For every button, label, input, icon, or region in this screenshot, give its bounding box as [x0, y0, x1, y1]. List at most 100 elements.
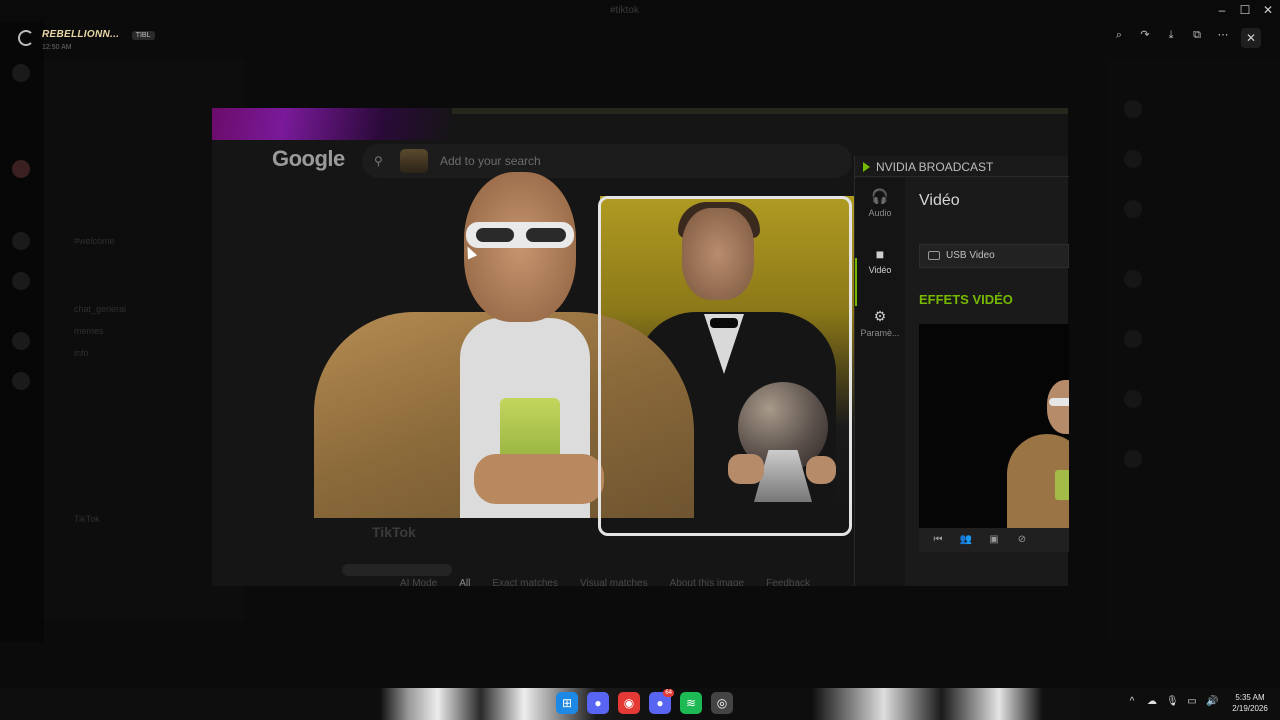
skip-icon[interactable]: ⏮: [931, 534, 945, 546]
share-icon[interactable]: ↷: [1138, 28, 1152, 42]
member-avatar[interactable]: [1124, 390, 1142, 408]
lens-crop-selector[interactable]: [598, 196, 852, 536]
nvidia-sidebar: 🎧 Audio ■ Vidéo ⚙ Paramè...: [855, 178, 905, 586]
member-list: [1108, 60, 1280, 640]
divider: [855, 176, 1069, 177]
tab-ai-mode[interactable]: AI Mode: [400, 578, 437, 586]
windows-start-icon[interactable]: ⊞: [556, 692, 578, 714]
nvidia-titlebar: NVIDIA BROADCAST: [863, 160, 993, 174]
server-rail: [0, 22, 44, 642]
channel-item[interactable]: chat_general: [74, 304, 126, 314]
camera-icon: [928, 251, 940, 260]
nav-label: Paramè...: [860, 328, 900, 338]
preview-drink: [1055, 470, 1069, 500]
preview-face: [1047, 380, 1069, 434]
image-thumbnail[interactable]: [400, 149, 428, 173]
snapshot-icon[interactable]: ▣: [987, 534, 1001, 546]
photo-sunglass-lens: [526, 228, 566, 242]
nav-settings[interactable]: ⚙ Paramè...: [855, 308, 905, 338]
search-icon: ⚲: [374, 154, 383, 168]
video-preview: [919, 324, 1069, 528]
open-external-icon[interactable]: ⧉: [1190, 28, 1204, 42]
channel-item[interactable]: info: [74, 348, 89, 358]
chevron-up-icon[interactable]: ^: [1126, 696, 1138, 708]
preview-controls: ⏮ 👥 ▣ ⊘: [919, 528, 1069, 552]
hide-preview-icon[interactable]: ⊘: [1015, 534, 1029, 546]
nav-video[interactable]: ■ Vidéo: [855, 246, 905, 275]
nvidia-app-title: NVIDIA BROADCAST: [876, 160, 994, 174]
lens-search-bar[interactable]: ⚲ Add to your search: [362, 144, 852, 178]
server-icon[interactable]: [12, 160, 30, 178]
nav-label: Audio: [868, 208, 892, 218]
server-icon[interactable]: [12, 272, 30, 290]
member-avatar[interactable]: [1124, 330, 1142, 348]
more-options-icon[interactable]: ⋯: [1216, 28, 1230, 42]
server-icon[interactable]: [12, 64, 30, 82]
video-device-select[interactable]: USB Video: [919, 244, 1069, 268]
loading-spinner-icon: [18, 29, 34, 46]
taskbar-apps: ⊞ ● ◉ ● 64 ≋ ◎: [556, 689, 733, 714]
window-titlebar: #tiktok – ☐ ✕: [0, 0, 1280, 22]
minimize-icon[interactable]: –: [1214, 3, 1230, 17]
people-icon[interactable]: 👥: [959, 534, 973, 546]
lens-toolbar: ⌕ ↷ ⤓ ⧉ ⋯: [1112, 28, 1230, 42]
nvidia-broadcast-window: NVIDIA BROADCAST 🎧 Audio ■ Vidéo ⚙ Param…: [854, 156, 1069, 586]
photo-hands: [474, 454, 604, 504]
zoom-icon[interactable]: ⌕: [1112, 28, 1126, 42]
download-icon[interactable]: ⤓: [1164, 28, 1178, 42]
system-tray: ^ ☁ 🎙 ▭ 🔊: [1126, 696, 1219, 708]
clock-date: 2/19/2026: [1232, 704, 1268, 713]
google-logo[interactable]: Google: [272, 146, 345, 172]
channel-item[interactable]: #welcome: [74, 236, 115, 246]
taskbar-wallpaper: [380, 688, 1100, 720]
tab-exact-matches[interactable]: Exact matches: [492, 578, 558, 586]
chrome-icon[interactable]: ◉: [618, 692, 640, 714]
member-avatar[interactable]: [1124, 150, 1142, 168]
profile-time: 12:50 AM: [42, 44, 72, 51]
obs-icon[interactable]: ◎: [711, 692, 733, 714]
lens-tabs: AI Mode All Exact matches Visual matches…: [400, 578, 810, 586]
member-avatar[interactable]: [1124, 270, 1142, 288]
desktop: #tiktok – ☐ ✕ REBELLIONN... TIBL 12:50 A…: [0, 0, 1280, 720]
microphone-icon[interactable]: 🎙: [1166, 696, 1179, 708]
nav-audio[interactable]: 🎧 Audio: [855, 188, 905, 218]
discord-icon[interactable]: ●: [587, 692, 609, 714]
network-icon[interactable]: ▭: [1186, 696, 1198, 708]
photo-sunglass-lens: [476, 228, 514, 242]
volume-icon[interactable]: 🔊: [1206, 696, 1218, 708]
gear-icon: ⚙: [873, 308, 887, 324]
tab-visual-matches[interactable]: Visual matches: [580, 578, 648, 586]
server-icon[interactable]: [12, 372, 30, 390]
notification-badge: 64: [663, 689, 674, 697]
headphones-icon: 🎧: [871, 188, 889, 204]
tab-about-image[interactable]: About this image: [670, 578, 745, 586]
profile-header[interactable]: REBELLIONN... TIBL 12:50 AM: [18, 24, 155, 51]
close-overlay-button[interactable]: ✕: [1241, 28, 1261, 48]
tab-all[interactable]: All: [459, 578, 470, 586]
channel-item[interactable]: TikTok: [74, 514, 100, 524]
effects-heading: EFFETS VIDÉO: [919, 292, 1013, 307]
spotify-icon[interactable]: ≋: [680, 692, 702, 714]
nvidia-logo-icon: [863, 162, 870, 172]
server-icon[interactable]: [12, 332, 30, 350]
clock-time: 5:35 AM: [1235, 693, 1265, 702]
taskbar-clock[interactable]: 5:35 AM 2/19/2026: [1226, 692, 1274, 714]
section-title: Vidéo: [919, 192, 960, 209]
window-close-icon[interactable]: ✕: [1260, 3, 1276, 17]
channel-item[interactable]: memes: [74, 326, 104, 336]
result-placeholder: [342, 564, 452, 576]
search-input[interactable]: Add to your search: [440, 154, 541, 168]
discord-canary-icon[interactable]: ● 64: [649, 689, 674, 714]
maximize-icon[interactable]: ☐: [1237, 3, 1253, 17]
tab-feedback[interactable]: Feedback: [766, 578, 810, 586]
result-site-label[interactable]: TikTok: [372, 524, 416, 540]
preview-sunglasses: [1049, 398, 1069, 406]
member-avatar[interactable]: [1124, 450, 1142, 468]
cloud-icon[interactable]: ☁: [1146, 696, 1158, 708]
video-camera-icon: ■: [875, 246, 885, 262]
member-avatar[interactable]: [1124, 100, 1142, 118]
nav-label: Vidéo: [868, 265, 892, 275]
member-avatar[interactable]: [1124, 200, 1142, 218]
viewer-accent-gradient: [212, 108, 452, 140]
server-icon[interactable]: [12, 232, 30, 250]
